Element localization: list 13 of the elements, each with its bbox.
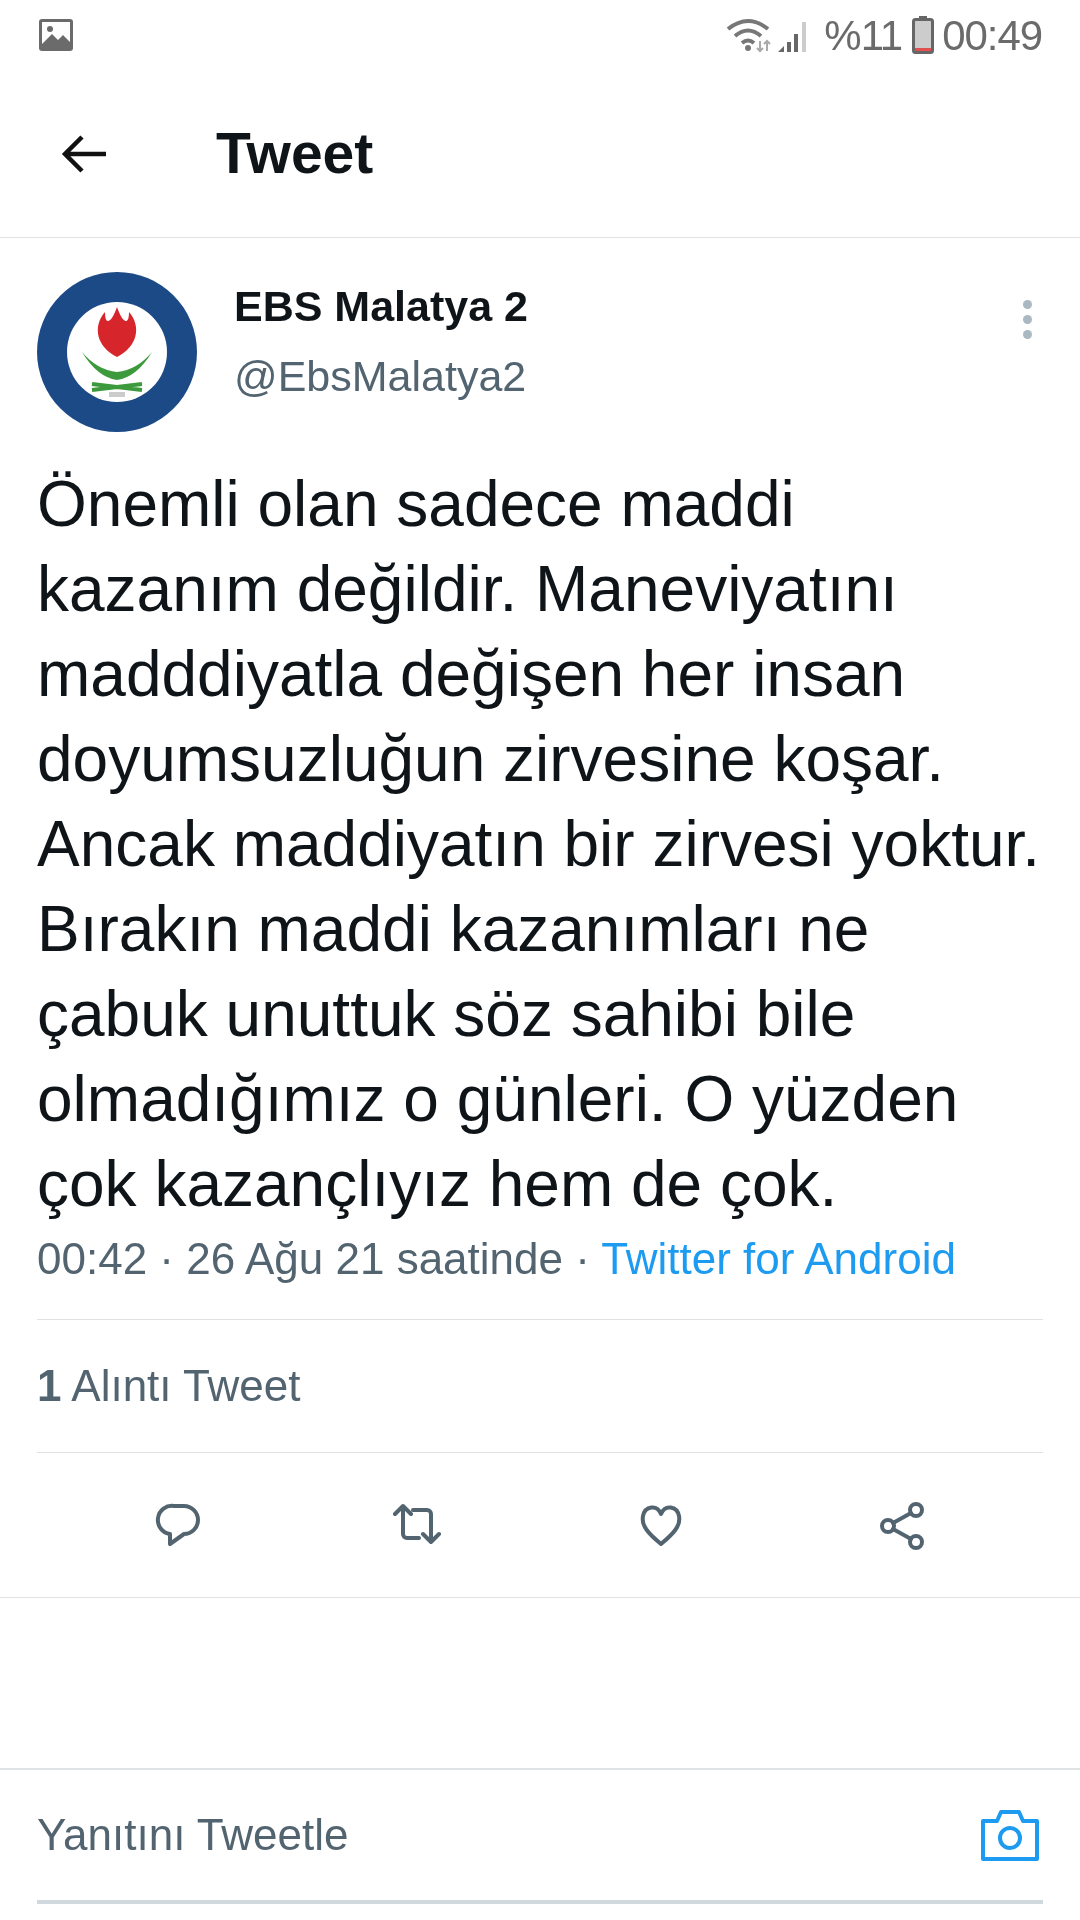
- tweet-text: Önemli olan sadece maddi kazanım değildir. Maneviyatını madddiyatla değişen her insan doyumsuzluğun zirvesine koşar. Ancak maddiyatın bir zirvesi yoktur. Bırakın maddi kazanımları ne çabuk unuttuk söz sahibi bile olmadığımız o günleri. O yüzden çok kazançlıyız hem de çok.: [37, 467, 1042, 1222]
- quote-tweet-count[interactable]: 1 Alıntı Tweet: [37, 1320, 1043, 1452]
- battery-icon: [912, 16, 935, 54]
- camera-icon[interactable]: [979, 1807, 1041, 1863]
- battery-percent: %11: [824, 10, 903, 61]
- clock: 00:49: [942, 10, 1042, 61]
- tweet-timestamp: 00:42 · 26 Ağu 21 saatinde · Twitter for Android: [37, 1233, 957, 1285]
- page-title: Tweet: [216, 119, 374, 187]
- account-handle: @EbsMalatya2: [234, 351, 528, 402]
- gallery-icon: [38, 18, 74, 52]
- wifi-icon: [726, 17, 773, 53]
- account-name: EBS Malatya 2: [234, 281, 529, 332]
- reply-input-field[interactable]: Yanıtını Tweetle: [37, 1802, 979, 1868]
